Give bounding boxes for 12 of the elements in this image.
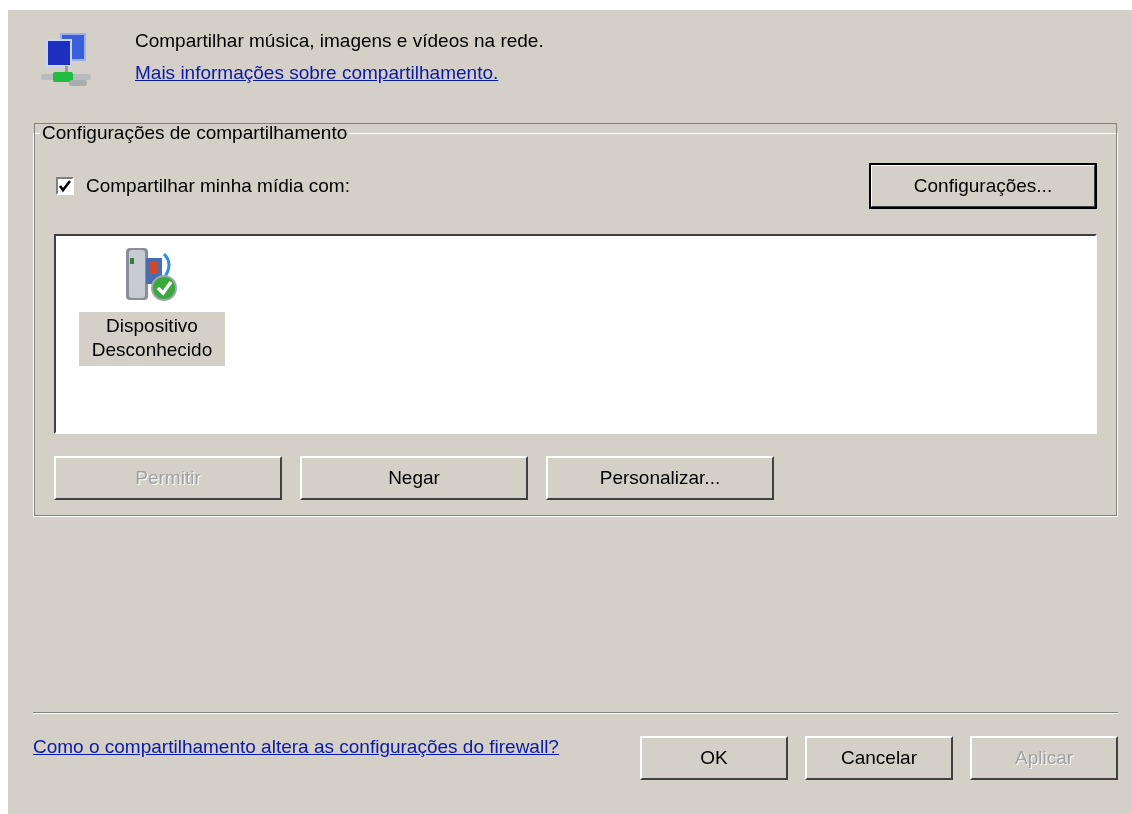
group-title: Configurações de compartilhamento <box>41 122 349 144</box>
action-button[interactable]: Negar <box>300 456 528 500</box>
dialog-button[interactable]: OK <box>640 736 788 780</box>
action-button[interactable]: Personalizar... <box>546 456 774 500</box>
description-text: Compartilhar música, imagens e vídeos na rede. <box>135 30 544 52</box>
share-checkbox-label: Compartilhar minha mídia com: <box>86 175 350 197</box>
share-checkbox[interactable] <box>56 177 74 195</box>
dialog-button[interactable]: Cancelar <box>805 736 953 780</box>
device-item[interactable]: Dispositivo Desconhecido <box>79 312 225 366</box>
firewall-help-link[interactable]: Como o compartilhamento altera as configurações do firewall? <box>33 736 559 758</box>
more-info-link[interactable]: Mais informações sobre compartilhamento. <box>135 62 499 84</box>
settings-button[interactable]: Configurações... <box>870 164 1096 208</box>
